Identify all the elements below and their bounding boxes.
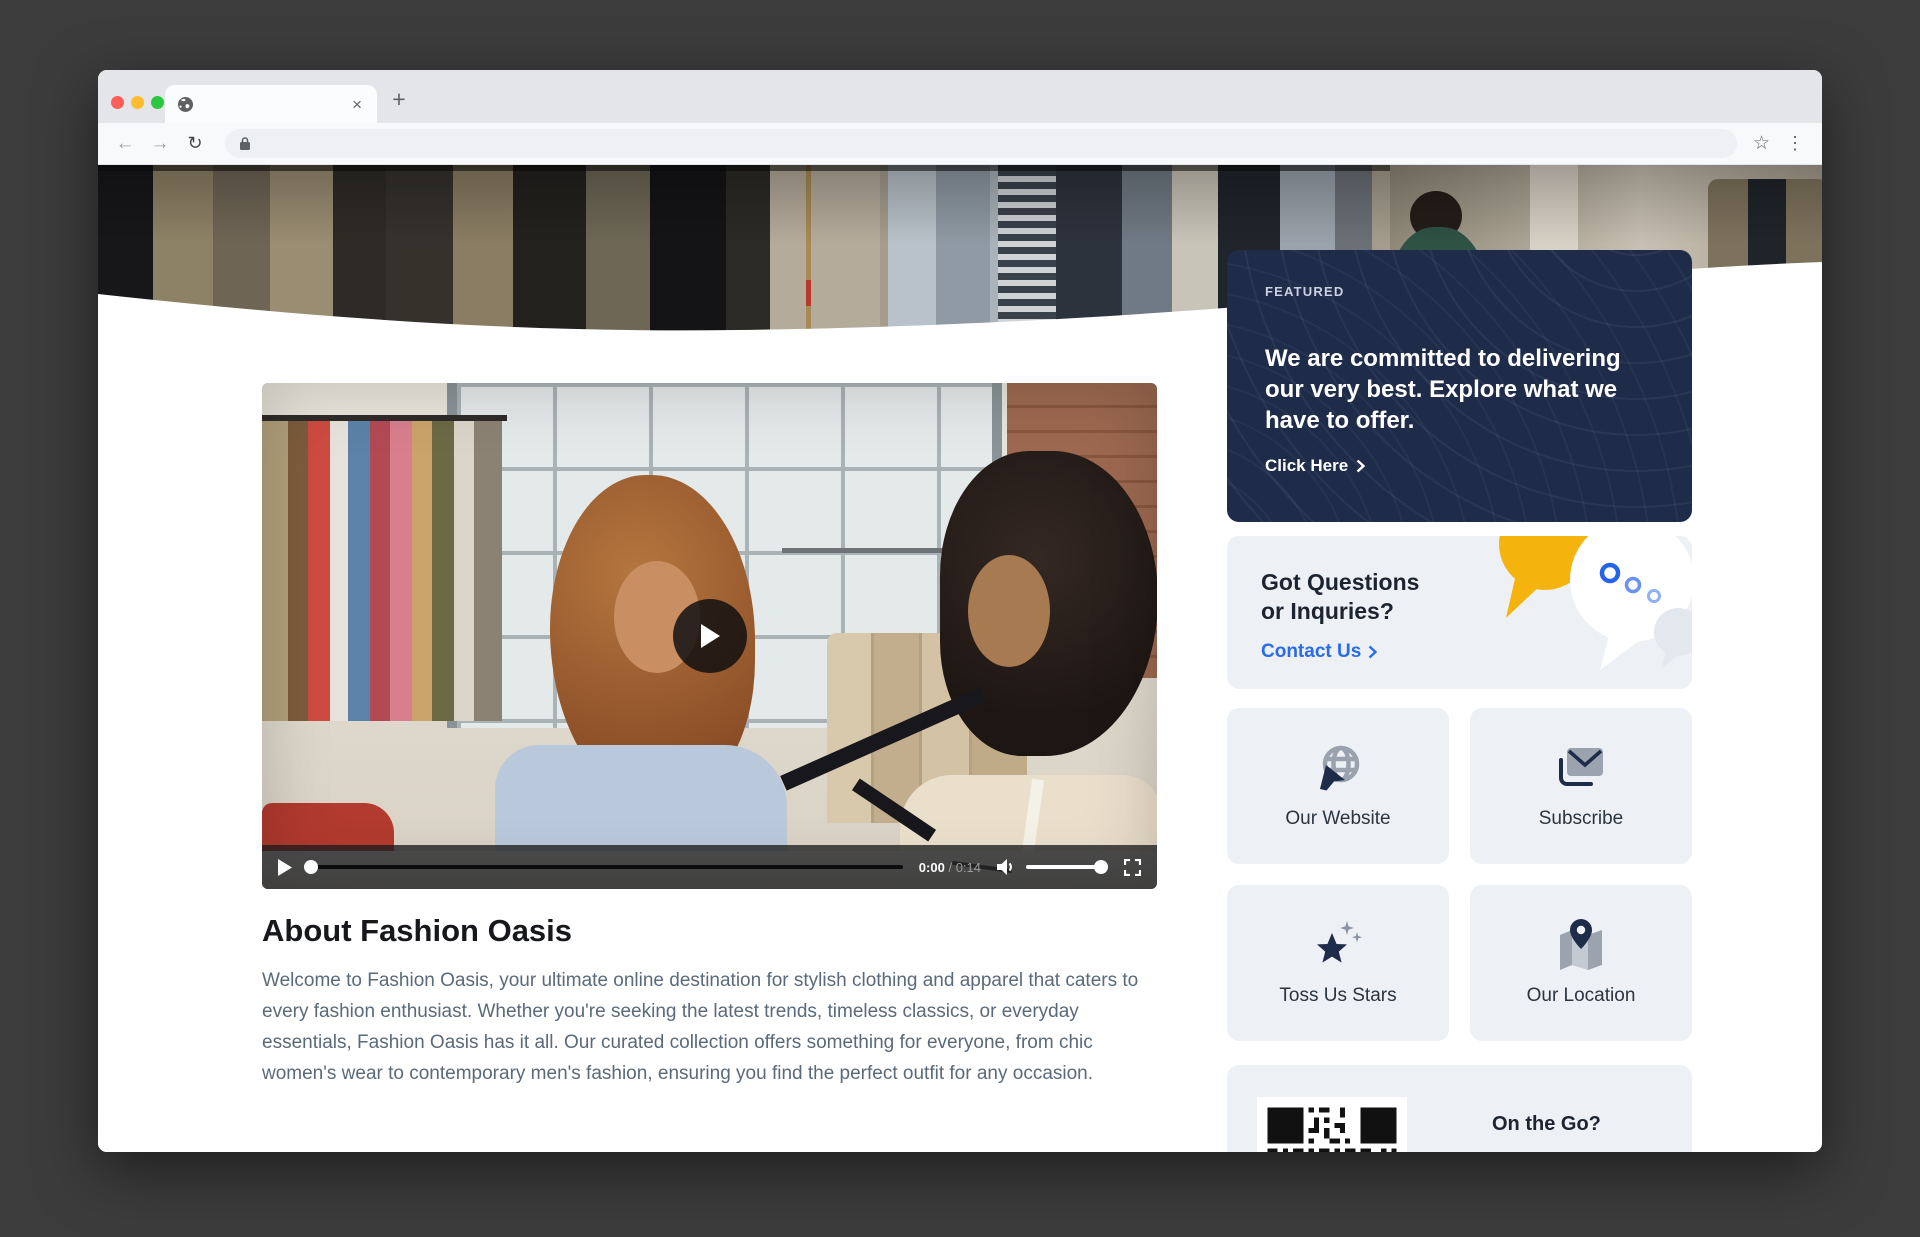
browser-menu-icon[interactable]: ⋮ [1786, 133, 1804, 154]
questions-heading: Got Questions or Inquries? [1261, 568, 1692, 626]
video-play-button[interactable] [278, 859, 292, 876]
toolbar-right: ☆ ⋮ [1753, 132, 1808, 155]
minimize-window-button[interactable] [131, 96, 144, 109]
quick-link-label: Subscribe [1539, 808, 1624, 830]
video-control-bar: 0:00 / 0:14 [262, 845, 1157, 889]
featured-card: FEATURED We are committed to delivering … [1227, 250, 1692, 522]
bookmark-star-icon[interactable]: ☆ [1753, 132, 1770, 155]
volume-icon[interactable] [997, 858, 1016, 876]
play-icon [699, 623, 721, 649]
desktop-background: × + ← → ↻ ☆ ⋮ [0, 0, 1920, 1237]
featured-cta-link[interactable]: Click Here [1265, 456, 1365, 476]
tab-close-icon[interactable]: × [349, 96, 365, 113]
quick-link-our-website[interactable]: Our Website [1227, 708, 1449, 864]
video-time-current: 0:00 [919, 860, 945, 875]
map-pin-icon [1554, 920, 1608, 970]
video-time-total: 0:14 [956, 860, 981, 875]
reload-icon[interactable]: ↻ [182, 131, 208, 157]
featured-eyebrow: FEATURED [1265, 284, 1654, 299]
browser-toolbar: ← → ↻ ☆ ⋮ [98, 123, 1822, 165]
video-timestamp: 0:00 / 0:14 [919, 860, 981, 875]
address-bar[interactable] [225, 129, 1737, 158]
video-time-separator: / [948, 860, 952, 875]
forward-icon[interactable]: → [147, 131, 173, 157]
browser-window: × + ← → ↻ ☆ ⋮ [98, 70, 1822, 1152]
quick-link-our-location[interactable]: Our Location [1470, 885, 1692, 1041]
featured-heading: We are committed to delivering our very … [1265, 343, 1654, 436]
close-window-button[interactable] [111, 96, 124, 109]
quick-link-label: Toss Us Stars [1279, 985, 1396, 1007]
on-the-go-label: On the Go? [1492, 1113, 1601, 1136]
new-tab-button[interactable]: + [384, 84, 414, 114]
maximize-window-button[interactable] [151, 96, 164, 109]
about-heading: About Fashion Oasis [262, 913, 572, 949]
chevron-right-icon [1356, 459, 1365, 473]
video-progress-thumb[interactable] [304, 860, 318, 874]
envelope-icon [1555, 743, 1607, 793]
about-paragraph: Welcome to Fashion Oasis, your ultimate … [262, 965, 1167, 1089]
volume-slider-thumb[interactable] [1094, 860, 1108, 874]
quick-link-label: Our Location [1527, 985, 1636, 1007]
chevron-right-icon [1368, 645, 1377, 659]
video-player[interactable]: 0:00 / 0:14 [262, 383, 1157, 889]
window-controls [111, 96, 164, 109]
browser-tab-bar: × + [98, 70, 1822, 123]
quick-link-label: Our Website [1285, 808, 1390, 830]
volume-slider[interactable] [1026, 865, 1106, 869]
video-play-overlay-button[interactable] [673, 599, 747, 673]
questions-card: Got Questions or Inquries? Contact Us [1227, 536, 1692, 689]
lock-icon [239, 136, 251, 151]
browser-tab[interactable]: × [165, 85, 377, 123]
qr-code [1257, 1097, 1407, 1152]
star-sparkles-icon [1311, 920, 1365, 970]
back-icon[interactable]: ← [112, 131, 138, 157]
quick-link-toss-us-stars[interactable]: Toss Us Stars [1227, 885, 1449, 1041]
quick-link-subscribe[interactable]: Subscribe [1470, 708, 1692, 864]
page-content: 0:00 / 0:14 About Fashion Oasis Wel [98, 165, 1822, 1152]
contact-us-link[interactable]: Contact Us [1261, 641, 1377, 663]
featured-cta-label: Click Here [1265, 456, 1348, 476]
globe-favicon-icon [177, 96, 194, 113]
contact-us-label: Contact Us [1261, 641, 1361, 663]
fullscreen-icon[interactable] [1124, 859, 1141, 876]
on-the-go-card: On the Go? [1227, 1065, 1692, 1152]
video-progress-bar[interactable] [306, 865, 903, 869]
globe-cursor-icon [1312, 743, 1364, 793]
